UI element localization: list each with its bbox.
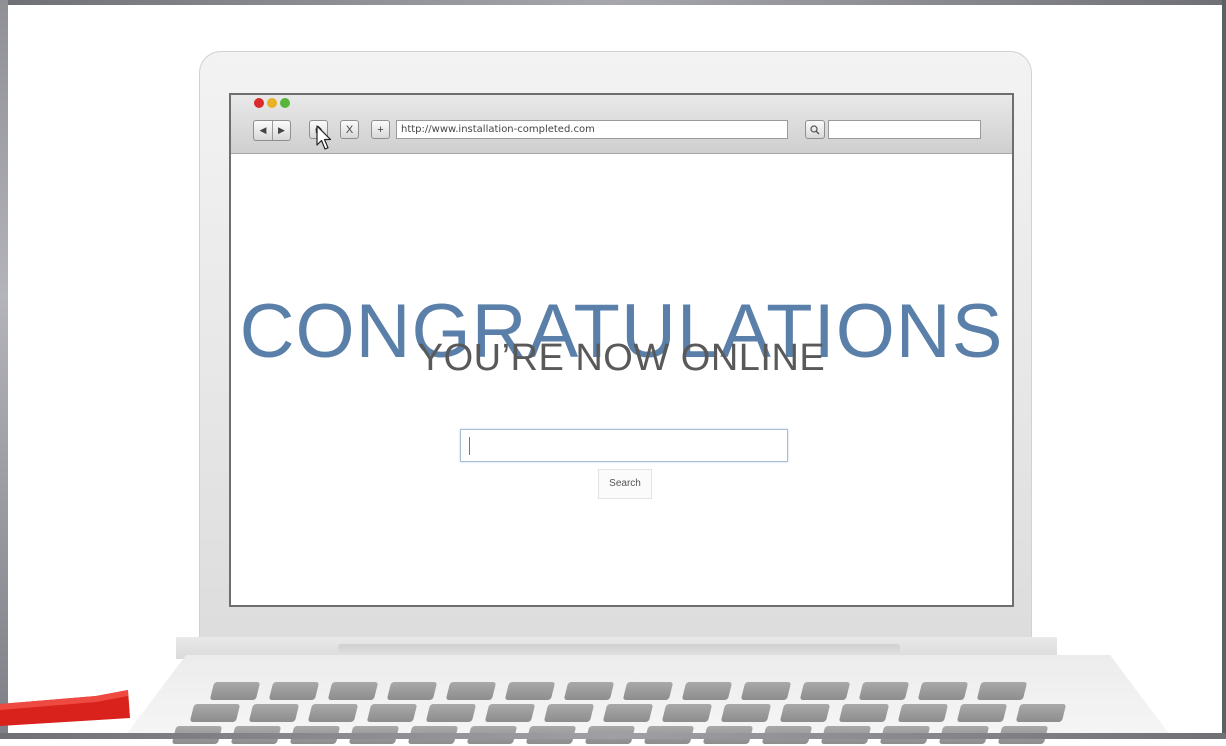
keyboard-key	[917, 682, 969, 700]
hinge-slot	[338, 644, 900, 656]
window-close-dot[interactable]	[254, 98, 264, 108]
online-subheadline: YOU’RE NOW ONLINE	[417, 337, 826, 379]
page-search-button[interactable]: Search	[598, 469, 652, 499]
toolbar-search-field[interactable]	[828, 120, 981, 139]
keyboard-key	[799, 682, 851, 700]
magnifier-icon	[810, 124, 820, 134]
page-search-input[interactable]	[460, 429, 788, 462]
keyboard-key	[209, 682, 261, 700]
laptop-screen: ◀ ▶ X + http://www.installation-complete…	[229, 93, 1014, 607]
keyboard-key	[976, 682, 1028, 700]
plus-icon: +	[377, 123, 384, 136]
keyboard-key	[1015, 704, 1067, 722]
close-icon: X	[345, 123, 354, 136]
keyboard-key	[602, 704, 654, 722]
photo-frame-top	[0, 0, 1226, 5]
laptop-keyboard	[170, 672, 1080, 744]
keyboard-key	[681, 682, 733, 700]
keyboard-key	[504, 682, 556, 700]
keyboard-key	[445, 682, 497, 700]
browser-toolbar: ◀ ▶ X + http://www.installation-complete…	[231, 95, 1012, 154]
keyboard-key	[838, 704, 890, 722]
forward-arrow-icon[interactable]: ▶	[272, 121, 290, 140]
photo-frame-bottom	[0, 733, 1226, 739]
key-row-middle	[189, 704, 1067, 724]
keyboard-key	[563, 682, 615, 700]
keyboard-key	[327, 682, 379, 700]
new-tab-button[interactable]: +	[371, 120, 390, 139]
keyboard-key	[543, 704, 595, 722]
window-zoom-dot[interactable]	[280, 98, 290, 108]
keyboard-key	[956, 704, 1008, 722]
keyboard-key	[366, 704, 418, 722]
keyboard-key	[268, 682, 320, 700]
keyboard-key	[661, 704, 713, 722]
keyboard-key	[622, 682, 674, 700]
back-forward-group: ◀ ▶	[253, 120, 291, 141]
ethernet-cable	[0, 690, 130, 726]
keyboard-key	[189, 704, 241, 722]
toolbar-search-button[interactable]	[805, 120, 825, 139]
keyboard-key	[425, 704, 477, 722]
keyboard-key	[307, 704, 359, 722]
keyboard-key	[858, 682, 910, 700]
keyboard-key	[484, 704, 536, 722]
key-row-top	[209, 682, 1028, 702]
keyboard-key	[720, 704, 772, 722]
keyboard-key	[779, 704, 831, 722]
back-arrow-icon[interactable]: ◀	[254, 121, 272, 140]
keyboard-key	[386, 682, 438, 700]
mouse-pointer-icon	[316, 125, 332, 150]
window-minimize-dot[interactable]	[267, 98, 277, 108]
text-caret	[469, 437, 470, 455]
keyboard-key	[897, 704, 949, 722]
stop-button[interactable]: X	[340, 120, 359, 139]
photo-frame-left	[0, 0, 8, 739]
keyboard-key	[740, 682, 792, 700]
photo-frame-right	[1222, 0, 1226, 739]
address-bar[interactable]: http://www.installation-completed.com	[396, 120, 788, 139]
keyboard-key	[248, 704, 300, 722]
